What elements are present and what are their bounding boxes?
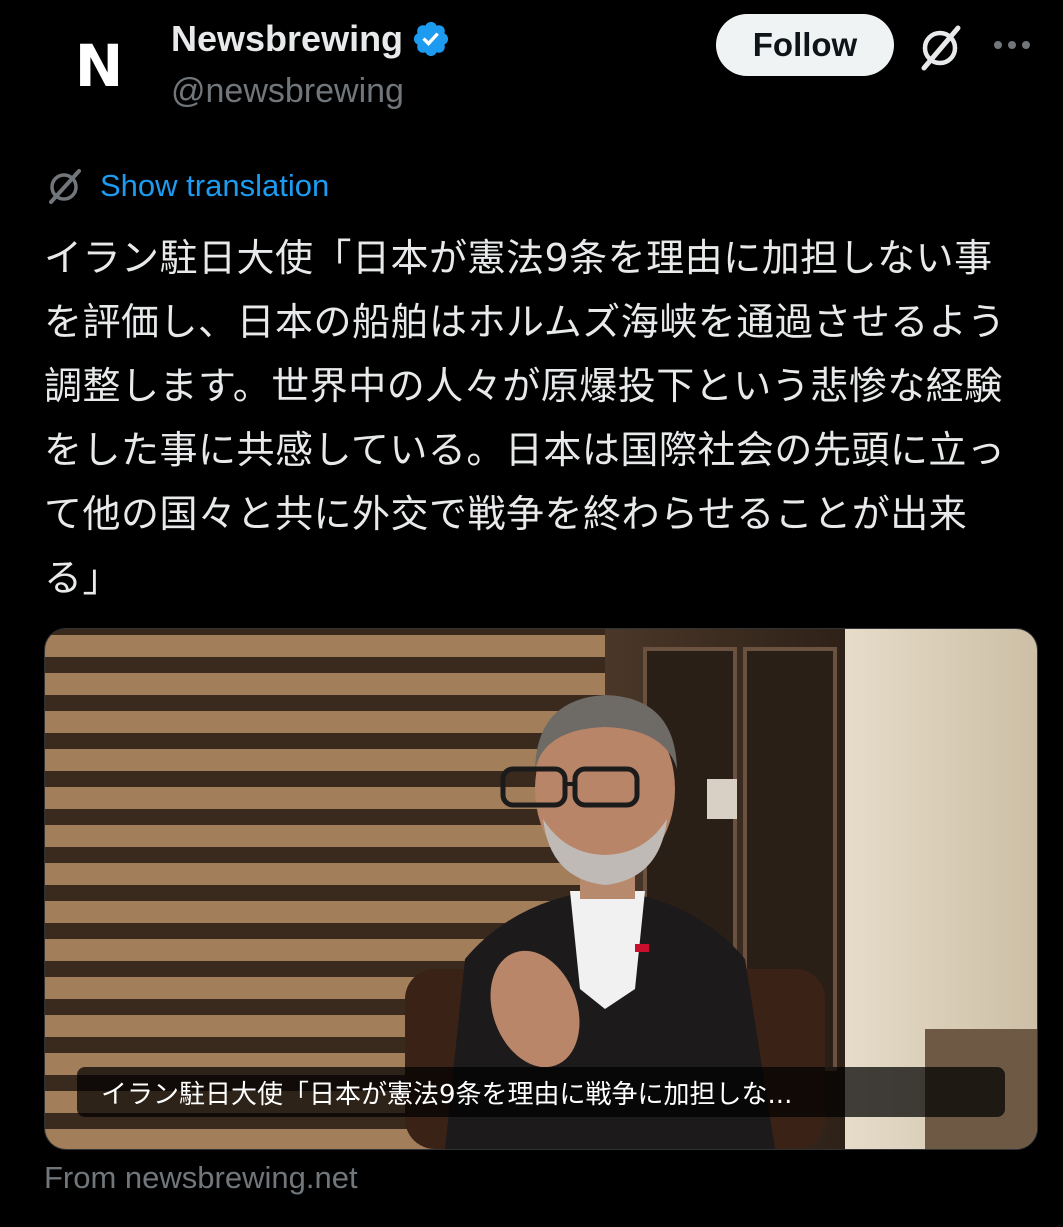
translate-row[interactable]: Show translation: [46, 166, 329, 206]
wall-slat: [45, 673, 605, 695]
avatar-logo-letter: N: [74, 32, 124, 100]
author-handle[interactable]: @newsbrewing: [171, 72, 404, 111]
wall-slat: [45, 863, 605, 885]
video-caption: イラン駐日大使「日本が憲法9条を理由に戦争に加担しな...: [77, 1067, 1005, 1117]
grok-icon[interactable]: [916, 22, 966, 72]
link-source[interactable]: From newsbrewing.net: [44, 1160, 358, 1196]
wall-slat: [45, 711, 605, 733]
author-display-name[interactable]: Newsbrewing: [171, 18, 451, 60]
video-media-card[interactable]: イラン駐日大使「日本が憲法9条を理由に戦争に加担しな...: [44, 628, 1038, 1150]
wall-slat: [45, 635, 605, 657]
post-text: イラン駐日大使「日本が憲法9条を理由に加担しない事を評価し、日本の船舶はホルムズ…: [44, 236, 1006, 600]
verified-badge-icon: [413, 21, 449, 57]
wall-slat: [45, 825, 605, 847]
more-icon[interactable]: [990, 30, 1034, 60]
author-name-text: Newsbrewing: [171, 18, 404, 59]
show-translation-link[interactable]: Show translation: [100, 168, 329, 204]
translate-icon: [49, 169, 81, 204]
follow-button[interactable]: Follow: [716, 14, 894, 76]
avatar[interactable]: N: [46, 14, 150, 118]
